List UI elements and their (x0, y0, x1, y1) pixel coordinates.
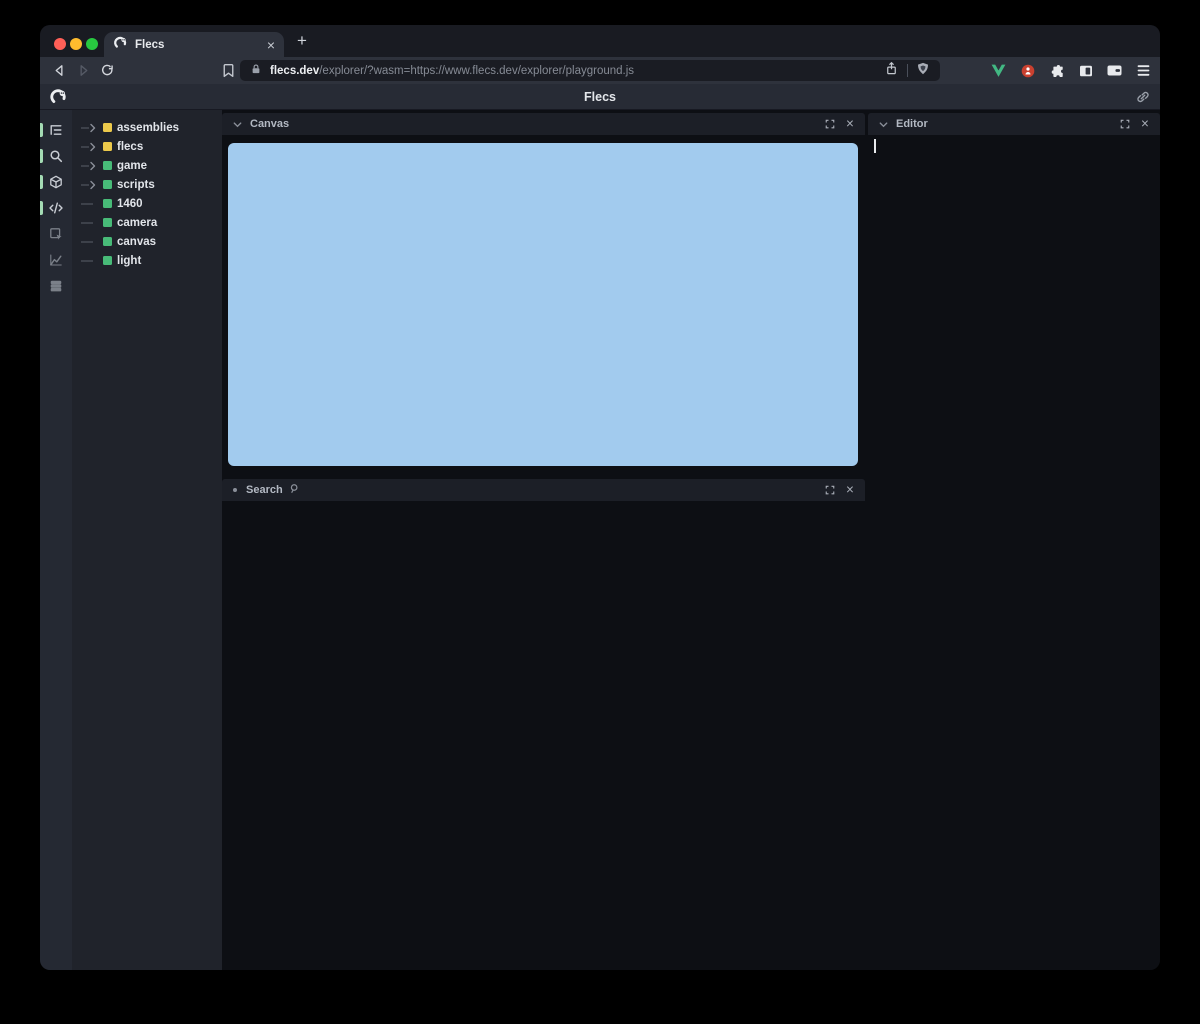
module-square-icon (103, 123, 112, 132)
expand-chevron-icon[interactable] (80, 123, 98, 133)
canvas-panel-header: Canvas × (222, 113, 865, 135)
text-cursor (874, 139, 876, 153)
leaf-line-icon (80, 237, 98, 247)
reload-icon[interactable] (98, 62, 116, 80)
tab-title: Flecs (135, 39, 260, 51)
url-path: /explorer/?wasm=https://www.flecs.dev/ex… (319, 65, 634, 77)
editor-panel-title: Editor (896, 118, 928, 130)
search-collapsed-dot-icon[interactable] (233, 488, 237, 492)
canvas-close-icon[interactable]: × (843, 117, 857, 131)
entity-square-icon (103, 199, 112, 208)
editor-panel-header: Editor × (868, 113, 1160, 135)
rail-tree-icon[interactable] (40, 117, 72, 143)
browser-tab[interactable]: Flecs × (104, 32, 284, 57)
editor-fullscreen-icon[interactable] (1118, 117, 1132, 131)
sidebar-toggle-icon[interactable] (1077, 62, 1094, 79)
panel-rail (40, 110, 72, 970)
puzzle-extensions-icon[interactable] (1048, 62, 1065, 79)
adblock-extension-icon[interactable] (1019, 62, 1036, 79)
wallet-icon[interactable] (1106, 62, 1123, 79)
search-close-icon[interactable]: × (843, 483, 857, 497)
search-fullscreen-icon[interactable] (823, 483, 837, 497)
rail-cube-icon[interactable] (40, 169, 72, 195)
editor-collapse-chevron-down-icon[interactable] (876, 117, 890, 131)
entity-square-icon (103, 218, 112, 227)
tree-item[interactable]: assemblies (72, 118, 222, 137)
forward-icon[interactable] (74, 62, 92, 80)
entity-square-icon (103, 180, 112, 189)
share-link-icon[interactable] (1135, 89, 1151, 105)
tree-item-label: assemblies (117, 122, 179, 134)
tree-item[interactable]: scripts (72, 175, 222, 194)
entity-square-icon (103, 256, 112, 265)
toolbar-separator (907, 64, 908, 77)
tree-item[interactable]: game (72, 156, 222, 175)
canvas-panel-title: Canvas (250, 118, 289, 130)
window-close-button[interactable] (54, 38, 66, 50)
back-icon[interactable] (50, 62, 68, 80)
rail-stats-icon[interactable] (40, 273, 72, 299)
leaf-line-icon (80, 218, 98, 228)
tree-item[interactable]: 1460 (72, 194, 222, 213)
app-content: assemblies flecs game scripts 1460 camera canv… (40, 110, 1160, 970)
expand-chevron-icon[interactable] (80, 142, 98, 152)
tree-item-label: light (117, 255, 141, 267)
new-tab-button[interactable]: + (290, 29, 314, 53)
rail-selector-icon[interactable] (40, 221, 72, 247)
rail-chart-icon[interactable] (40, 247, 72, 273)
tree-item-label: 1460 (117, 198, 143, 210)
main-area: Canvas × Search × (222, 110, 1160, 970)
tab-close-icon[interactable]: × (267, 38, 275, 52)
entity-square-icon (103, 237, 112, 246)
tree-item-label: camera (117, 217, 157, 229)
browser-toolbar: flecs.dev/explorer/?wasm=https://www.fle… (40, 57, 1160, 84)
search-panel-header: Search × (222, 479, 865, 501)
bookmark-icon[interactable] (220, 62, 237, 79)
canvas-fullscreen-icon[interactable] (823, 117, 837, 131)
canvas-3d-viewport[interactable] (228, 143, 858, 466)
rail-search-icon[interactable] (40, 143, 72, 169)
rail-code-icon[interactable] (40, 195, 72, 221)
entity-tree: assemblies flecs game scripts 1460 camera canv… (72, 110, 222, 970)
search-panel-title: Search (246, 484, 283, 496)
page-title: Flecs (40, 84, 1160, 110)
tree-item-label: flecs (117, 141, 143, 153)
search-magnifier-icon (289, 481, 300, 499)
expand-chevron-icon[interactable] (80, 180, 98, 190)
tree-item-label: game (117, 160, 147, 172)
expand-chevron-icon[interactable] (80, 161, 98, 171)
leaf-line-icon (80, 199, 98, 209)
extension-icons (990, 57, 1152, 84)
window-zoom-button[interactable] (86, 38, 98, 50)
menu-icon[interactable] (1135, 62, 1152, 79)
tree-item-label: scripts (117, 179, 155, 191)
module-square-icon (103, 142, 112, 151)
entity-square-icon (103, 161, 112, 170)
tree-item[interactable]: flecs (72, 137, 222, 156)
editor-close-icon[interactable]: × (1138, 117, 1152, 131)
lock-icon (250, 62, 262, 80)
shield-icon[interactable] (916, 61, 930, 81)
tree-item-label: canvas (117, 236, 156, 248)
share-icon[interactable] (884, 61, 899, 81)
canvas-collapse-chevron-down-icon[interactable] (230, 117, 244, 131)
tree-item[interactable]: canvas (72, 232, 222, 251)
browser-window: Flecs × + flecs.d (40, 25, 1160, 970)
window-minimize-button[interactable] (70, 38, 82, 50)
tree-item[interactable]: camera (72, 213, 222, 232)
tab-bar: Flecs × + (40, 25, 1160, 57)
tab-favicon-flecs-logo-icon (113, 35, 128, 55)
vue-devtools-extension-icon[interactable] (990, 62, 1007, 79)
app-header: Flecs (40, 84, 1160, 110)
address-bar[interactable]: flecs.dev/explorer/?wasm=https://www.fle… (240, 60, 940, 81)
editor-text-area[interactable] (868, 135, 1160, 475)
tree-item[interactable]: light (72, 251, 222, 270)
url-host: flecs.dev (270, 65, 319, 77)
leaf-line-icon (80, 256, 98, 266)
